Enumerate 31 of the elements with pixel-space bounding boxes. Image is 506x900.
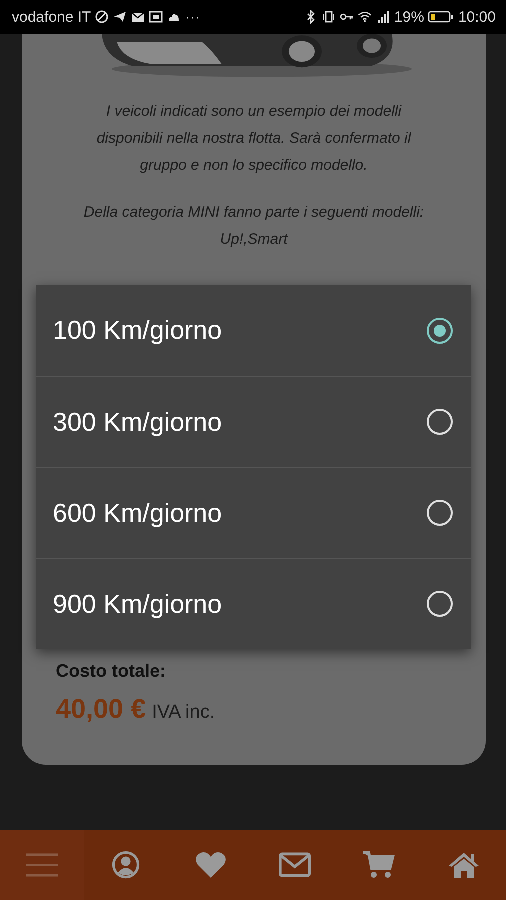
image-mail-icon xyxy=(149,10,164,24)
blocked-icon xyxy=(95,10,110,24)
send-icon xyxy=(113,10,128,24)
total-label: Costo totale: xyxy=(56,661,167,682)
distance-option[interactable]: 600 Km/giorno xyxy=(36,467,471,558)
clock: 10:00 xyxy=(458,8,496,26)
distance-option[interactable]: 900 Km/giorno xyxy=(36,558,471,649)
distance-option[interactable]: 100 Km/giorno xyxy=(36,285,471,376)
total-price: 40,00 € xyxy=(56,694,146,725)
radio-button[interactable] xyxy=(427,591,453,617)
carrier-name: vodafone IT xyxy=(12,8,92,26)
info-paragraph: I veicoli indicati sono un esempio dei modelli disponibili nella nostra flotta. Sarà confermato il gruppo e non lo specifico modello. xyxy=(96,102,412,176)
home-icon xyxy=(448,851,480,879)
more-notifications: ··· xyxy=(185,8,200,26)
profile-icon xyxy=(110,851,142,879)
menu-icon xyxy=(26,851,58,879)
vibrate-icon xyxy=(322,10,336,24)
radio-button[interactable] xyxy=(427,318,453,344)
distance-option[interactable]: 300 Km/giorno xyxy=(36,376,471,467)
battery-icon xyxy=(428,10,454,24)
battery-percent: 19% xyxy=(394,8,424,26)
radio-button[interactable] xyxy=(427,409,453,435)
radio-button[interactable] xyxy=(427,500,453,526)
mail-icon xyxy=(131,10,146,24)
mail-icon xyxy=(279,851,312,879)
cart-icon xyxy=(363,851,396,879)
signal-icon xyxy=(376,10,390,24)
wifi-icon xyxy=(358,10,372,24)
vat-note: IVA inc. xyxy=(152,702,216,724)
heart-icon xyxy=(194,851,227,879)
info-paragraph: Della categoria MINI fanno parte i seguenti modelli: Up!,Smart xyxy=(82,203,426,250)
